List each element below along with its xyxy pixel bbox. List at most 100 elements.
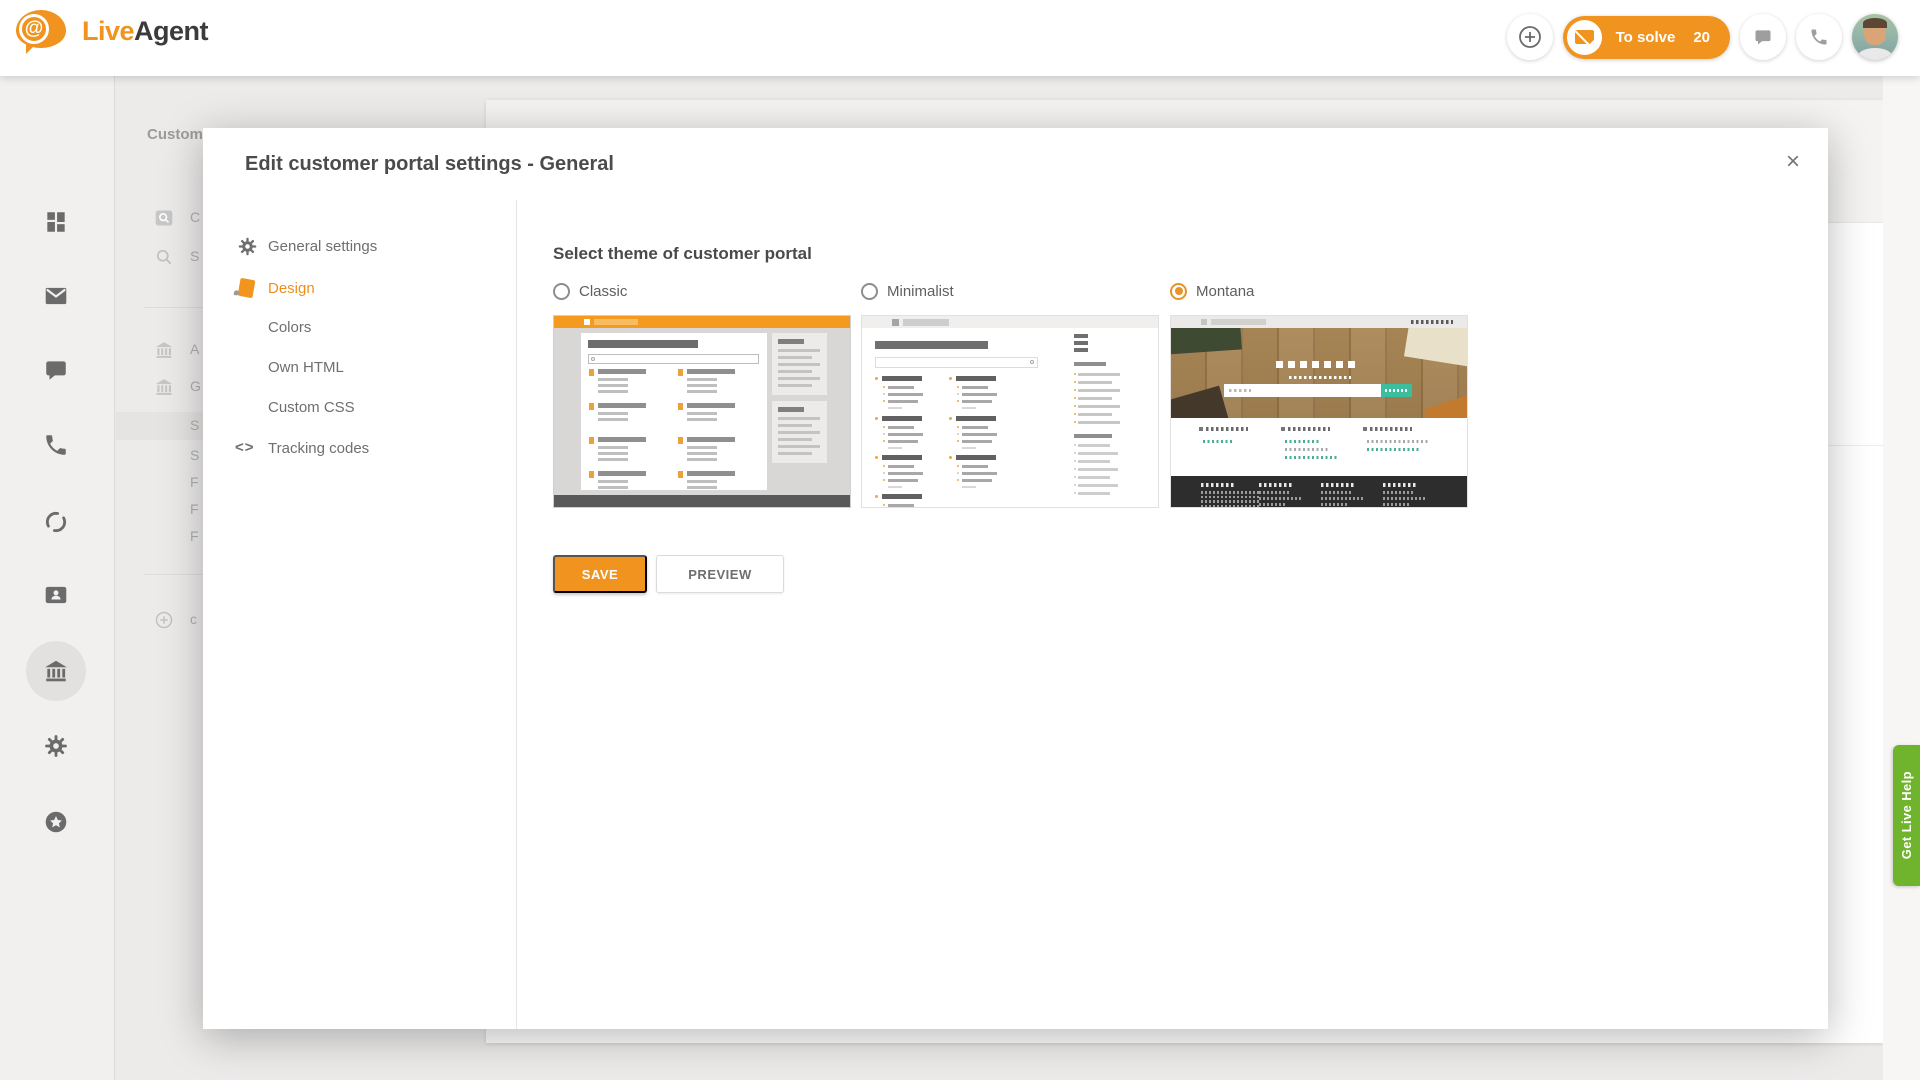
classic-radio-row[interactable]: Classic bbox=[553, 280, 851, 302]
decor bbox=[1074, 405, 1076, 407]
contacts-icon[interactable] bbox=[43, 582, 69, 608]
decor bbox=[778, 445, 820, 448]
decor bbox=[1321, 503, 1347, 506]
decor bbox=[598, 480, 628, 483]
background-panel-title: Custom bbox=[147, 126, 203, 143]
decor bbox=[1078, 373, 1120, 376]
montana-radio-row[interactable]: Montana bbox=[1170, 280, 1468, 302]
decor bbox=[875, 357, 1038, 368]
montana-radio[interactable] bbox=[1170, 283, 1187, 300]
get-live-help-tab[interactable]: Get Live Help bbox=[1893, 745, 1920, 886]
chat-button[interactable] bbox=[1740, 14, 1786, 60]
phone-icon[interactable] bbox=[43, 432, 69, 458]
get-live-help-label: Get Live Help bbox=[1899, 771, 1914, 859]
minimalist-theme-thumbnail[interactable] bbox=[861, 315, 1159, 508]
classic-theme-thumbnail[interactable] bbox=[553, 315, 851, 508]
decor bbox=[589, 403, 594, 410]
save-button[interactable]: SAVE bbox=[553, 555, 647, 593]
decor bbox=[1078, 381, 1112, 384]
decor bbox=[1074, 434, 1112, 438]
decor bbox=[888, 440, 918, 443]
decor bbox=[1074, 421, 1076, 423]
decor bbox=[598, 418, 628, 421]
decor bbox=[888, 447, 902, 449]
decor bbox=[962, 426, 988, 429]
decor bbox=[678, 369, 683, 376]
decor bbox=[1074, 484, 1076, 486]
decor bbox=[687, 403, 735, 408]
sync-icon[interactable] bbox=[43, 509, 69, 535]
bank-icon bbox=[154, 377, 174, 397]
decor bbox=[883, 472, 885, 474]
decor bbox=[581, 333, 767, 490]
decor bbox=[962, 393, 997, 396]
decor bbox=[875, 456, 878, 459]
decor bbox=[1424, 392, 1467, 418]
to-solve-badge[interactable]: To solve 20 bbox=[1563, 16, 1730, 59]
decor bbox=[598, 378, 628, 381]
nav-item-own-html[interactable]: Own HTML bbox=[203, 353, 516, 383]
decor bbox=[1206, 427, 1248, 431]
decor bbox=[687, 480, 717, 483]
user-avatar[interactable] bbox=[1852, 14, 1898, 60]
decor bbox=[687, 378, 717, 381]
dashboard-icon[interactable] bbox=[43, 209, 69, 235]
decor bbox=[1363, 427, 1367, 431]
chat-icon[interactable] bbox=[43, 357, 69, 383]
decor bbox=[687, 369, 735, 374]
customer-portal-icon[interactable] bbox=[43, 658, 69, 684]
decor bbox=[1259, 491, 1289, 494]
decor bbox=[1171, 418, 1467, 476]
close-icon[interactable]: × bbox=[1778, 148, 1808, 178]
preview-button[interactable]: PREVIEW bbox=[656, 555, 784, 593]
page-right-gutter bbox=[1883, 76, 1920, 1080]
decor bbox=[591, 357, 595, 361]
decor bbox=[1074, 334, 1088, 338]
decor bbox=[1381, 384, 1412, 397]
nav-item-custom-css[interactable]: Custom CSS bbox=[203, 393, 516, 423]
add-button[interactable] bbox=[1507, 14, 1553, 60]
decor bbox=[962, 472, 997, 475]
minimalist-radio-row[interactable]: Minimalist bbox=[861, 280, 1159, 302]
liveagent-logo[interactable]: @ LiveAgent bbox=[16, 8, 208, 54]
decor bbox=[962, 386, 988, 389]
decor bbox=[1030, 360, 1034, 364]
phone-button[interactable] bbox=[1796, 14, 1842, 60]
decor bbox=[1078, 452, 1118, 455]
decor bbox=[875, 417, 878, 420]
icon-rail bbox=[0, 76, 115, 1080]
decor bbox=[1074, 476, 1076, 478]
to-solve-count: 20 bbox=[1693, 29, 1710, 46]
edit-portal-settings-modal: Edit customer portal settings - General … bbox=[203, 128, 1828, 1029]
decor bbox=[883, 426, 885, 428]
decor bbox=[584, 319, 590, 325]
decor bbox=[1074, 413, 1076, 415]
montana-theme-thumbnail[interactable] bbox=[1170, 315, 1468, 508]
nav-item-design[interactable]: Design bbox=[203, 274, 516, 304]
nav-item-tracking-codes[interactable]: <> Tracking codes bbox=[203, 434, 516, 464]
decor bbox=[957, 472, 959, 474]
decor bbox=[1171, 328, 1467, 418]
star-icon[interactable] bbox=[43, 809, 69, 835]
decor bbox=[883, 433, 885, 435]
decor bbox=[962, 407, 976, 409]
nav-item-general-settings[interactable]: General settings bbox=[203, 232, 516, 262]
nav-item-colors[interactable]: Colors bbox=[203, 313, 516, 343]
decor bbox=[1201, 496, 1259, 499]
decor bbox=[1383, 497, 1427, 500]
decor bbox=[1367, 448, 1419, 451]
decor bbox=[888, 472, 923, 475]
decor bbox=[1367, 440, 1429, 443]
decor bbox=[678, 403, 683, 410]
decor bbox=[888, 393, 923, 396]
decor bbox=[883, 465, 885, 467]
settings-gear-icon[interactable] bbox=[43, 733, 69, 759]
minimalist-radio[interactable] bbox=[861, 283, 878, 300]
decor bbox=[882, 455, 922, 460]
decor bbox=[778, 377, 820, 380]
mail-icon[interactable] bbox=[43, 283, 69, 309]
classic-radio[interactable] bbox=[553, 283, 570, 300]
design-icon bbox=[238, 278, 256, 298]
decor bbox=[888, 479, 918, 482]
decor bbox=[1281, 427, 1285, 431]
